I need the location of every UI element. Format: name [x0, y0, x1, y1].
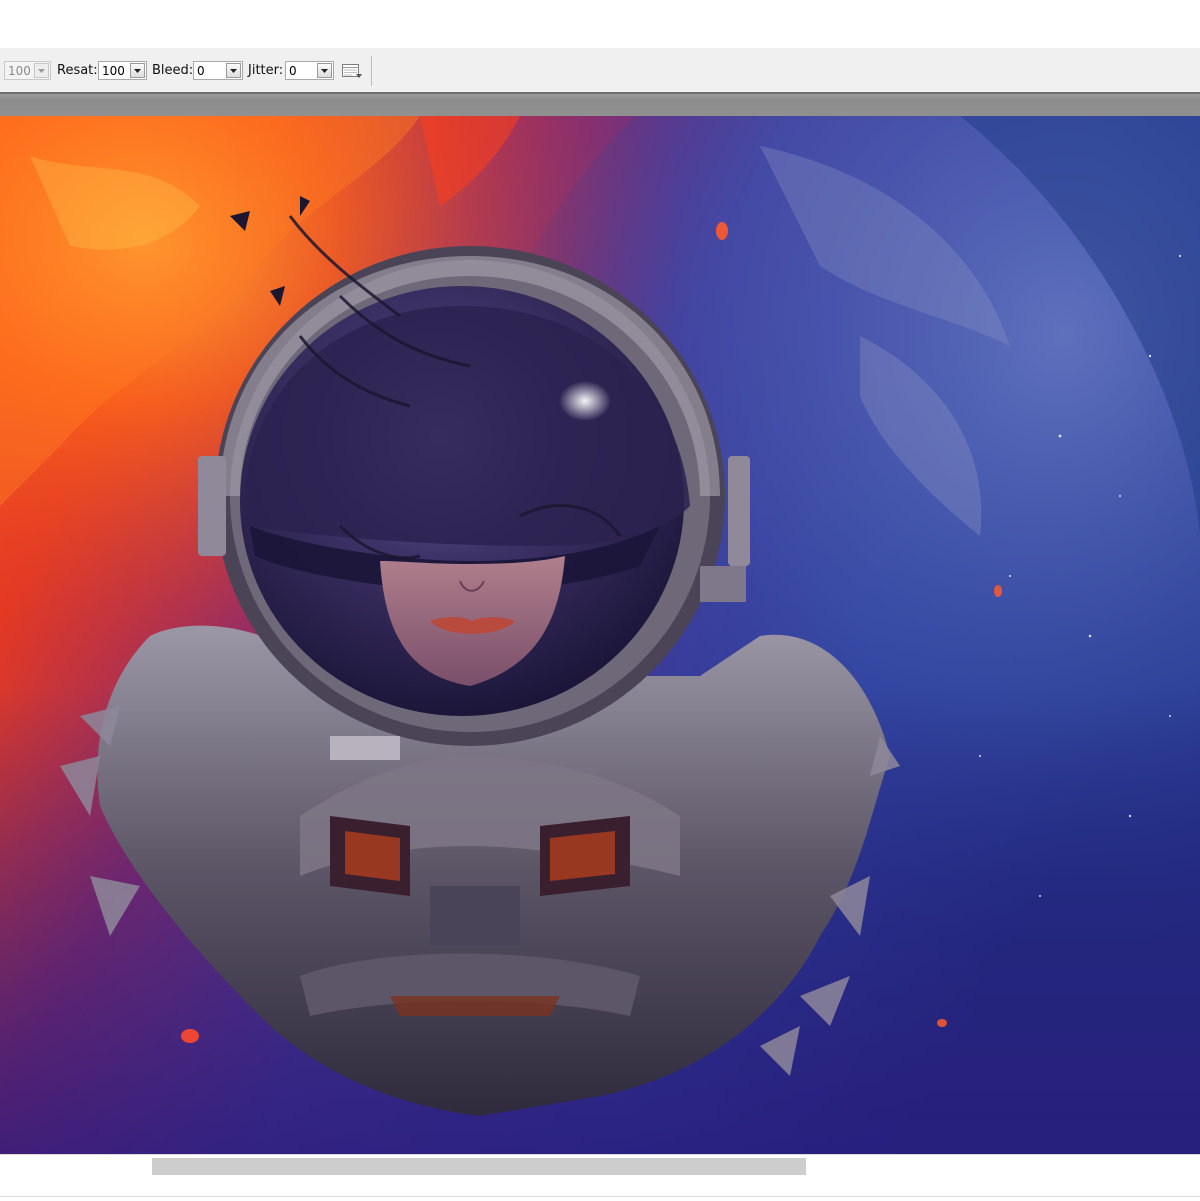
chevron-down-icon[interactable] [226, 63, 241, 78]
bottom-divider [0, 1196, 1200, 1197]
chevron-down-icon[interactable] [130, 63, 145, 78]
jitter-label: Jitter: [248, 62, 284, 78]
horizontal-scrollbar-thumb[interactable] [152, 1158, 806, 1175]
resat-label: Resat: [57, 62, 98, 78]
chevron-down-icon[interactable] [317, 63, 332, 78]
resat-combo[interactable]: 100 [98, 61, 147, 80]
bleed-value: 0 [197, 64, 205, 78]
bleed-label-wrap: Bleed: [152, 48, 193, 92]
options-grid-icon[interactable] [340, 61, 364, 81]
resat-label-wrap: Resat: [57, 48, 98, 92]
toolbar-separator [371, 56, 372, 86]
jitter-label-wrap: Jitter: [248, 48, 283, 92]
document-tab-strip [0, 92, 1200, 116]
opacity-combo[interactable]: 100 [4, 61, 51, 80]
jitter-value: 0 [289, 64, 297, 78]
bleed-label: Bleed: [152, 62, 194, 78]
bleed-combo[interactable]: 0 [193, 61, 243, 80]
tool-options-bar: 100 Resat: 100 Bleed: 0 Jitter: 0 [0, 48, 1200, 93]
title-area [0, 0, 1200, 48]
astronaut-artwork [0, 116, 1200, 1154]
opacity-value: 100 [8, 64, 31, 78]
image-canvas[interactable] [0, 116, 1200, 1154]
jitter-combo[interactable]: 0 [285, 61, 334, 80]
resat-value: 100 [102, 64, 125, 78]
chevron-down-icon[interactable] [34, 63, 49, 78]
